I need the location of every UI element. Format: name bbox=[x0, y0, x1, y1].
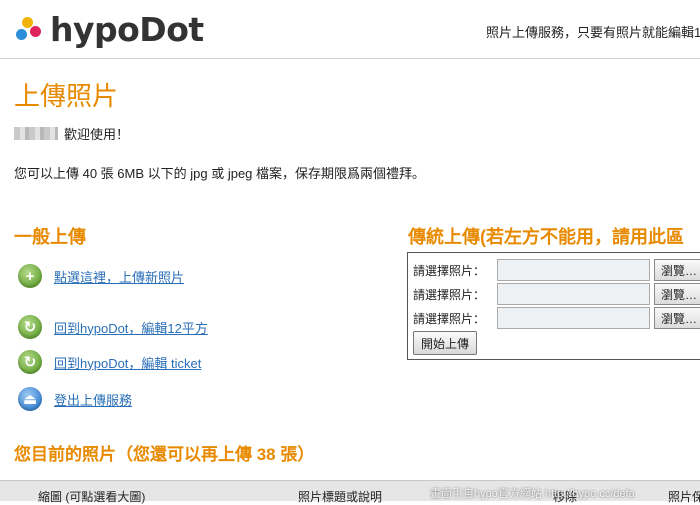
site-header: hypoDot 照片上傳服務，只要有照片就能編輯12 bbox=[0, 0, 700, 59]
edit-12-square-action[interactable]: ↻ 回到hypoDot，編輯12平方 bbox=[18, 315, 208, 339]
browse-button[interactable]: 瀏覽… bbox=[654, 307, 700, 329]
edit-12-square-link[interactable]: 回到hypoDot，編輯12平方 bbox=[54, 318, 208, 337]
edit-ticket-action[interactable]: ↻ 回到hypoDot，編輯 ticket bbox=[18, 350, 201, 374]
file-row: 請選擇照片： 瀏覽… bbox=[413, 259, 700, 281]
start-upload-button[interactable]: 開始上傳 bbox=[413, 331, 478, 355]
legacy-upload-title: 傳統上傳(若左方不能用，請用此區 bbox=[408, 227, 684, 247]
plus-icon[interactable]: + bbox=[18, 264, 42, 288]
page-title: 上傳照片 bbox=[14, 81, 119, 111]
logo-text: hypoDot bbox=[50, 9, 204, 49]
return-arrow-icon[interactable]: ↻ bbox=[18, 315, 42, 339]
upload-limit-info: 您可以上傳 40 張 6MB 以下的 jpg 或 jpeg 檔案，保存期限爲兩個… bbox=[14, 166, 426, 181]
file-label: 請選擇照片： bbox=[413, 263, 486, 278]
column-title: 照片標題或說明 bbox=[298, 490, 383, 504]
return-arrow-icon[interactable]: ↻ bbox=[18, 350, 42, 374]
general-upload-title: 一般上傳 bbox=[14, 227, 86, 247]
edit-ticket-link[interactable]: 回到hypoDot，編輯 ticket bbox=[54, 353, 201, 372]
file-path-field[interactable] bbox=[497, 307, 650, 329]
upload-new-photo-link[interactable]: 點選這裡，上傳新照片 bbox=[54, 267, 184, 286]
legacy-upload-form: 請選擇照片： 瀏覽… 請選擇照片： 瀏覽… 請選擇照片： 瀏覽… 開始上傳 bbox=[407, 252, 700, 360]
welcome-text: 歡迎使用！ bbox=[64, 127, 130, 142]
eject-icon[interactable]: ⏏ bbox=[18, 387, 42, 411]
blurred-username bbox=[14, 127, 58, 140]
logout-link[interactable]: 登出上傳服務 bbox=[54, 390, 132, 409]
logout-action[interactable]: ⏏ 登出上傳服務 bbox=[18, 387, 132, 411]
logo-dots-icon bbox=[14, 14, 44, 44]
upload-new-photo-action[interactable]: + 點選這裡，上傳新照片 bbox=[18, 264, 184, 288]
file-label: 請選擇照片： bbox=[413, 287, 486, 302]
file-path-field[interactable] bbox=[497, 283, 650, 305]
header-tagline: 照片上傳服務，只要有照片就能編輯12 bbox=[486, 25, 700, 40]
browse-button[interactable]: 瀏覽… bbox=[654, 283, 700, 305]
source-watermark: 畫面引自hypo官方網站 http://hypo.cc/defa bbox=[430, 488, 635, 500]
hypodot-logo[interactable]: hypoDot bbox=[14, 9, 204, 49]
current-photos-title: 您目前的照片（您還可以再上傳 38 張） bbox=[14, 445, 315, 464]
file-path-field[interactable] bbox=[497, 259, 650, 281]
file-row: 請選擇照片： 瀏覽… bbox=[413, 307, 700, 329]
column-keep: 照片保存 bbox=[668, 490, 700, 504]
file-row: 請選擇照片： 瀏覽… bbox=[413, 283, 700, 305]
file-label: 請選擇照片： bbox=[413, 311, 486, 326]
column-thumbnail: 縮圖 (可點選看大圖) bbox=[38, 490, 146, 504]
browse-button[interactable]: 瀏覽… bbox=[654, 259, 700, 281]
welcome-message: 歡迎使用！ bbox=[14, 124, 129, 143]
